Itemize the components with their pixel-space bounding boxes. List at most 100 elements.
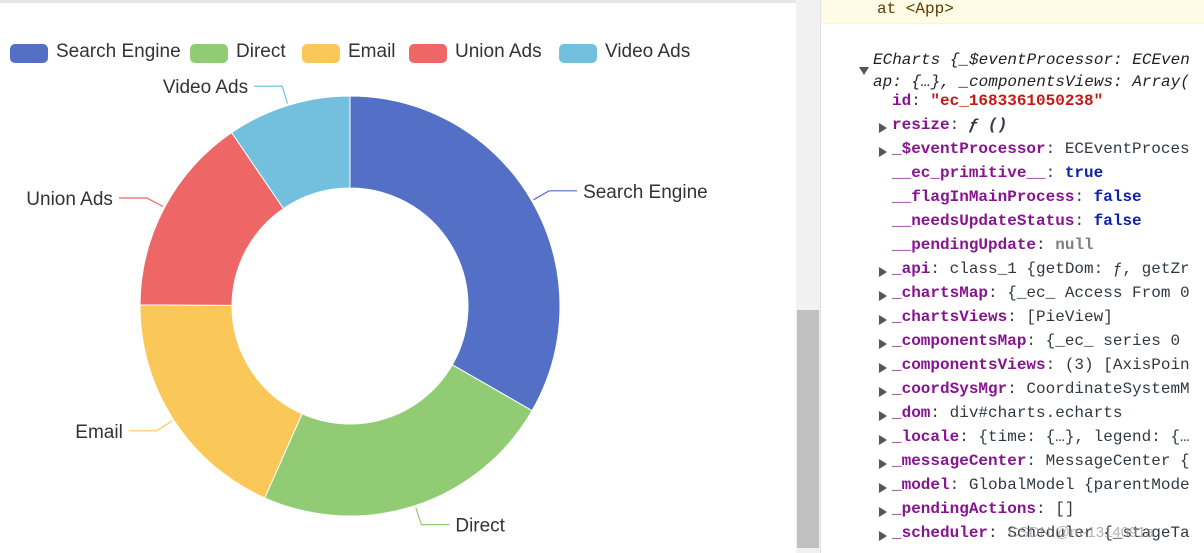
legend-label: Direct: [236, 41, 286, 62]
property-value: []: [1055, 500, 1075, 518]
property-row[interactable]: _componentsViews: (3) [AxisPoin: [821, 356, 1204, 380]
scrollbar-thumb[interactable]: [797, 310, 819, 548]
property-key: _api: class_1 {getDom: ƒ, getZr: [892, 260, 1190, 278]
expand-arrow-icon[interactable]: [859, 67, 869, 75]
property-row[interactable]: _chartsMap: {_ec_ Access From 0: [821, 284, 1204, 308]
property-key: _componentsMap: {_ec_ series 0: [892, 332, 1180, 350]
expand-triangle-icon[interactable]: [879, 483, 887, 493]
property-row[interactable]: __flagInMainProcess: false: [821, 188, 1204, 212]
expand-triangle-icon[interactable]: [879, 411, 887, 421]
expand-triangle-icon[interactable]: [879, 291, 887, 301]
property-key-text: resize: [892, 116, 950, 134]
property-row[interactable]: _componentsMap: {_ec_ series 0: [821, 332, 1204, 356]
property-value: class_1 {getDom: ƒ, getZr: [949, 260, 1190, 278]
legend-swatch: [409, 44, 447, 63]
property-key: _chartsViews: [PieView]: [892, 308, 1113, 326]
legend-label: Video Ads: [605, 41, 691, 62]
property-row[interactable]: id: "ec_1683361050238": [821, 92, 1204, 116]
property-row[interactable]: _$eventProcessor: ECEventProces: [821, 140, 1204, 164]
property-key-text: _componentsViews: [892, 356, 1046, 374]
property-key: _coordSysMgr: CoordinateSystemM: [892, 380, 1190, 398]
label-leader-line: [118, 197, 164, 208]
property-separator: :: [1036, 236, 1056, 254]
property-value: ECEventProces: [1064, 140, 1190, 158]
property-separator: :: [930, 404, 950, 422]
property-value: GlobalModel {parentMode: [968, 476, 1190, 494]
property-separator: :: [1026, 452, 1046, 470]
object-summary-line: ECharts {_$eventProcessor: ECEven: [873, 51, 1190, 69]
property-key: _pendingActions: []: [892, 500, 1074, 518]
expand-triangle-icon[interactable]: [879, 147, 887, 157]
property-value: div#charts.echarts: [949, 404, 1123, 422]
label-leader-line: [254, 85, 289, 104]
expand-triangle-icon[interactable]: [879, 387, 887, 397]
property-key: _chartsMap: {_ec_ Access From 0: [892, 284, 1190, 302]
property-key-text: _pendingActions: [892, 500, 1037, 518]
pie-slice[interactable]: [349, 95, 561, 412]
devtools-console: at <App> ECharts {_$eventProcessor: ECEv…: [820, 0, 1204, 553]
property-separator: :: [1074, 212, 1094, 230]
expand-triangle-icon[interactable]: [879, 123, 887, 133]
property-separator: :: [930, 260, 950, 278]
label-leader-line: [415, 507, 450, 526]
property-key: _$eventProcessor: ECEventProces: [892, 140, 1190, 158]
property-row[interactable]: resize: ƒ (): [821, 116, 1204, 140]
property-row[interactable]: __ec_primitive__: true: [821, 164, 1204, 188]
property-row[interactable]: _messageCenter: MessageCenter {: [821, 452, 1204, 476]
property-separator: :: [1036, 500, 1056, 518]
property-key: __pendingUpdate: null: [892, 236, 1094, 254]
property-row[interactable]: _pendingActions: []: [821, 500, 1204, 524]
property-row[interactable]: _api: class_1 {getDom: ƒ, getZr: [821, 260, 1204, 284]
property-separator: :: [1045, 356, 1065, 374]
property-row[interactable]: __pendingUpdate: null: [821, 236, 1204, 260]
label-leader-line: [128, 420, 173, 432]
property-row[interactable]: _model: GlobalModel {parentMode: [821, 476, 1204, 500]
pie-chart[interactable]: Search Engine Direct Email Union Ads Video A…: [0, 0, 796, 553]
watermark: CSDN @m-1314091a: [1008, 524, 1155, 541]
expand-triangle-icon[interactable]: [879, 267, 887, 277]
expand-triangle-icon[interactable]: [879, 363, 887, 373]
expand-triangle-icon[interactable]: [879, 339, 887, 349]
property-key: _locale: {time: {…}, legend: {…: [892, 428, 1190, 446]
property-separator: :: [988, 284, 1008, 302]
property-key-text: _$eventProcessor: [892, 140, 1046, 158]
property-row[interactable]: _coordSysMgr: CoordinateSystemM: [821, 380, 1204, 404]
property-value: false: [1093, 212, 1142, 230]
legend-swatch: [190, 44, 228, 63]
property-key-text: _dom: [892, 404, 931, 422]
property-row[interactable]: _locale: {time: {…}, legend: {…: [821, 428, 1204, 452]
property-separator: :: [949, 476, 969, 494]
property-value: {time: {…}, legend: {…: [978, 428, 1190, 446]
property-separator: :: [1026, 332, 1046, 350]
property-key-text: _messageCenter: [892, 452, 1027, 470]
pie-slice[interactable]: [264, 364, 533, 517]
property-key-text: _model: [892, 476, 950, 494]
property-separator: :: [959, 428, 979, 446]
property-key: _model: GlobalModel {parentMode: [892, 476, 1190, 494]
slice-label: Direct: [455, 516, 505, 537]
legend-swatch: [10, 44, 48, 63]
property-key-text: _chartsViews: [892, 308, 1008, 326]
property-value: MessageCenter {: [1045, 452, 1190, 470]
expand-triangle-icon[interactable]: [879, 435, 887, 445]
property-row[interactable]: __needsUpdateStatus: false: [821, 212, 1204, 236]
object-summary[interactable]: ECharts {_$eventProcessor: ECEven ap: {……: [873, 49, 1204, 93]
property-separator: :: [1007, 380, 1027, 398]
legend-label: Search Engine: [56, 41, 181, 62]
expand-triangle-icon[interactable]: [879, 507, 887, 517]
property-key: __flagInMainProcess: false: [892, 188, 1142, 206]
property-separator: :: [1045, 140, 1065, 158]
expand-triangle-icon[interactable]: [879, 531, 887, 541]
property-key-text: id: [892, 92, 912, 110]
property-key-text: _chartsMap: [892, 284, 989, 302]
property-separator: :: [988, 524, 1008, 542]
expand-triangle-icon[interactable]: [879, 315, 887, 325]
expand-triangle-icon[interactable]: [879, 459, 887, 469]
property-row[interactable]: _chartsViews: [PieView]: [821, 308, 1204, 332]
property-key-text: _locale: [892, 428, 960, 446]
slice-label: Email: [75, 422, 123, 443]
pie-slice[interactable]: [139, 304, 303, 499]
label-leader-line: [533, 190, 578, 201]
property-separator: :: [1074, 188, 1094, 206]
property-row[interactable]: _dom: div#charts.echarts: [821, 404, 1204, 428]
